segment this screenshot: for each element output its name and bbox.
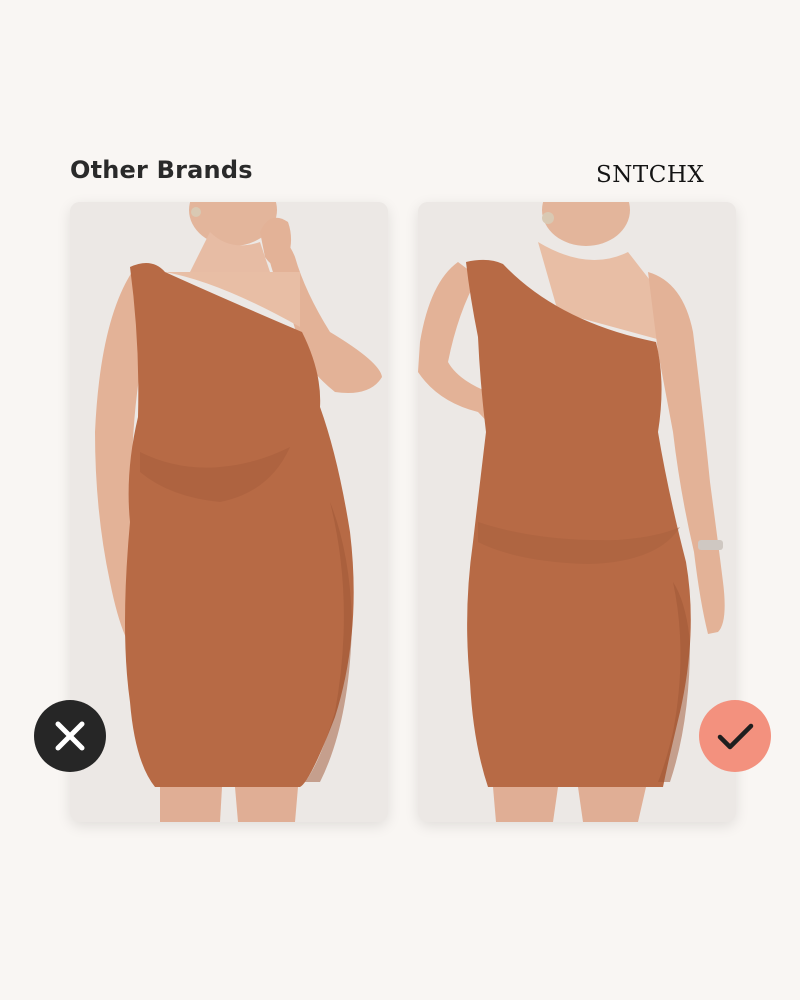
x-icon — [55, 721, 85, 751]
brand-logo-label: SNTCHX — [596, 162, 705, 188]
x-badge — [34, 700, 106, 772]
other-brands-label: Other Brands — [70, 156, 253, 184]
other-brands-photo — [70, 202, 388, 822]
checkmark-icon — [717, 723, 754, 750]
check-badge — [699, 700, 771, 772]
sntchx-photo — [418, 202, 736, 822]
model-illustration-right — [418, 202, 736, 822]
model-illustration-left — [70, 202, 388, 822]
